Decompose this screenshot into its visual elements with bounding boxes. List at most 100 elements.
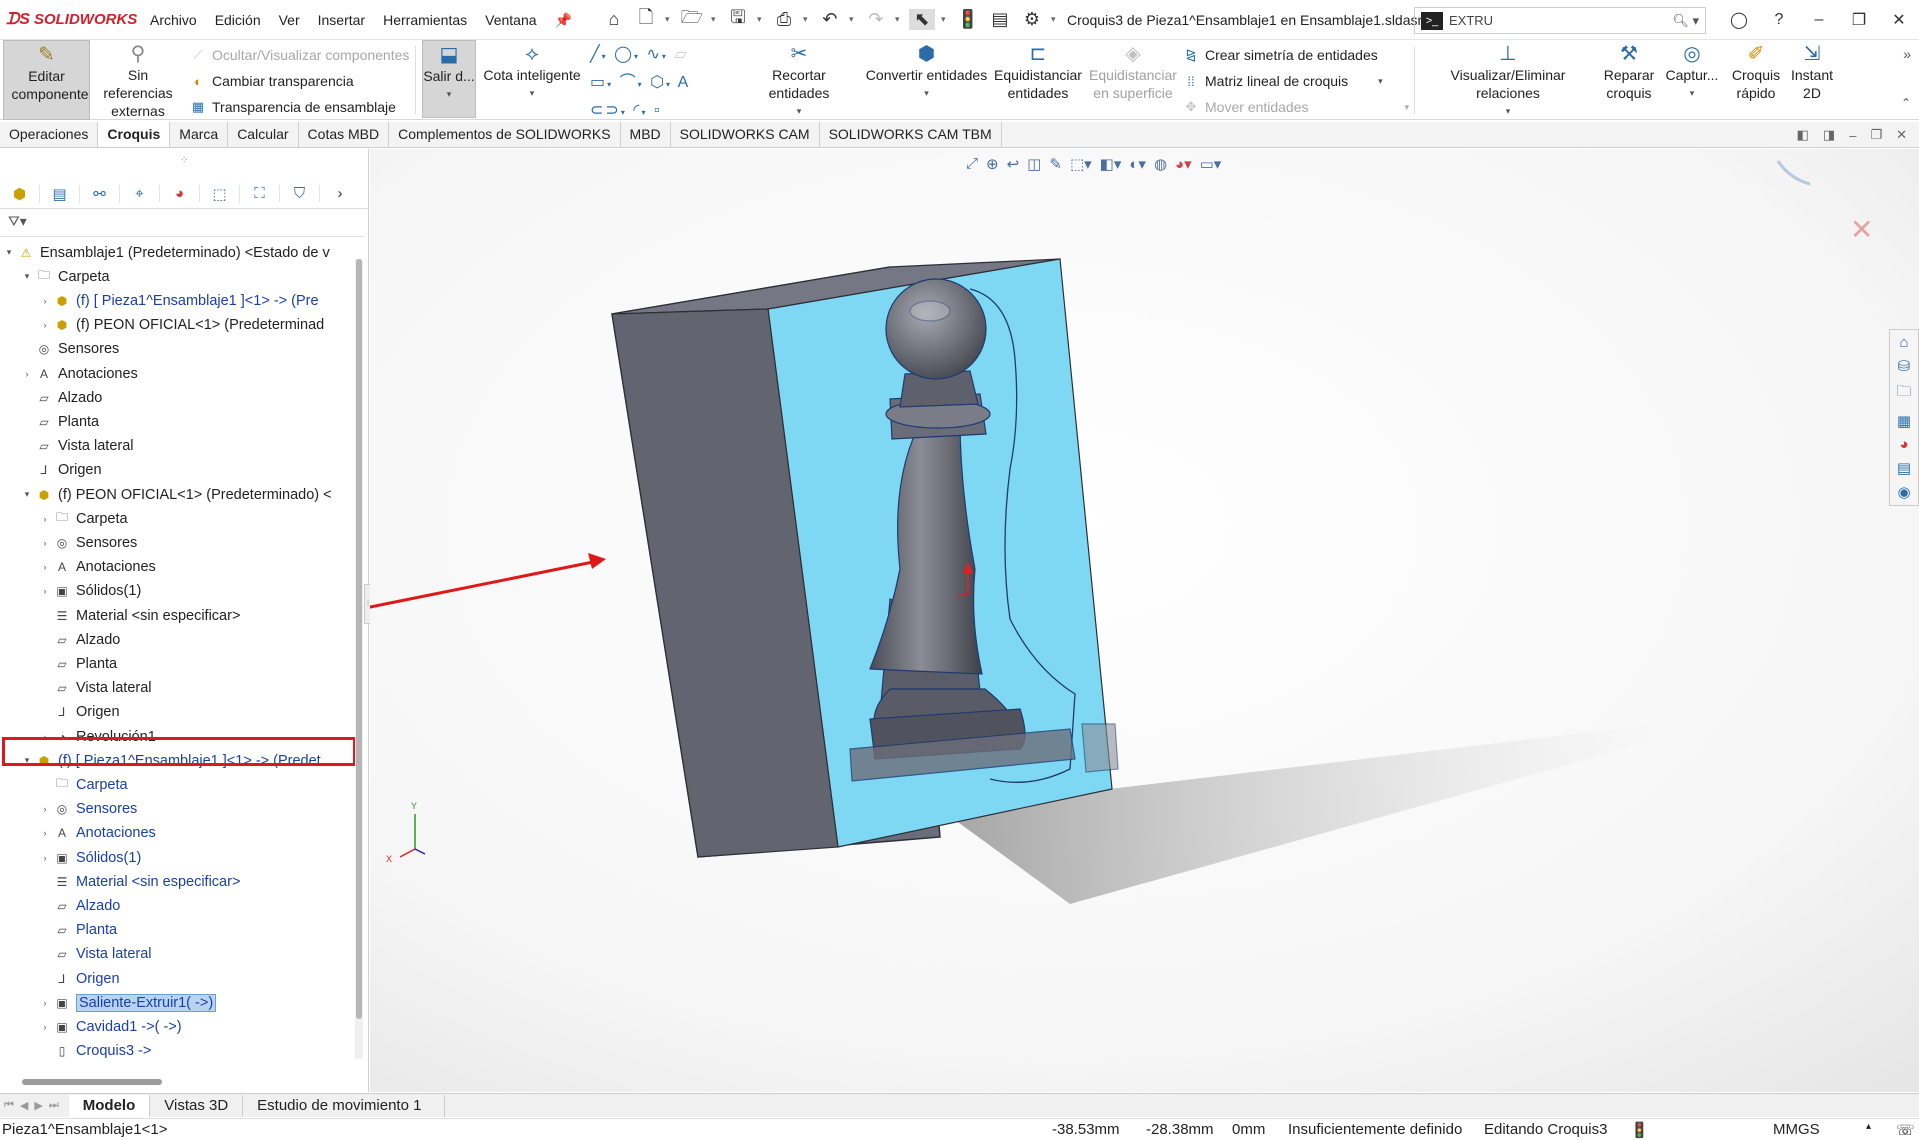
tree-item[interactable]: › ▣ Saliente-Extruir1( ->) bbox=[38, 991, 217, 1014]
sin-referencias-button[interactable]: ⚲ Sin referencias externas bbox=[92, 40, 184, 120]
save-icon[interactable]: 🖫 bbox=[725, 5, 751, 35]
menu-edicion[interactable]: Edición bbox=[206, 0, 270, 40]
tree-item[interactable]: › 🗀 Carpeta bbox=[38, 507, 128, 530]
tree-item[interactable]: ⅃ Origen bbox=[20, 459, 102, 482]
menu-ventana[interactable]: Ventana bbox=[476, 0, 545, 40]
search-box[interactable]: >_ EXTRU 🔍︎ ▾ bbox=[1414, 7, 1706, 34]
status-messages-icon[interactable]: ☏ bbox=[1896, 1121, 1915, 1139]
tree-item[interactable]: › ⬢ (f) PEON OFICIAL<1> (Predeterminad bbox=[38, 314, 325, 337]
visualizar-relaciones-button[interactable]: ⊥ Visualizar/Eliminar relaciones ▾ bbox=[1418, 40, 1598, 120]
tab-solidworks-cam[interactable]: SOLIDWORKS CAM bbox=[671, 122, 820, 147]
close-icon[interactable]: ✕ bbox=[1879, 10, 1919, 30]
tree-item[interactable]: ▾ 🗀 Carpeta bbox=[20, 265, 110, 288]
last-tab-icon[interactable]: ⏭ bbox=[49, 1099, 59, 1112]
tree-item[interactable]: ◎ Sensores bbox=[20, 338, 120, 361]
tree-item[interactable]: › A Anotaciones bbox=[38, 822, 156, 845]
configuration-manager-tab-icon[interactable]: ⚯ bbox=[80, 184, 120, 203]
file-explorer-icon[interactable]: 🗀 bbox=[1896, 381, 1911, 406]
croquis-rapido-button[interactable]: ✐ Croquis rápido bbox=[1728, 40, 1784, 120]
viewport-restore-icon[interactable]: ❐ bbox=[1870, 127, 1882, 143]
options-gear-icon[interactable]: ⚙ bbox=[1019, 9, 1045, 30]
dynamic-annotation-icon[interactable]: ✎ bbox=[1049, 155, 1062, 173]
tree-item[interactable]: › A Anotaciones bbox=[38, 556, 156, 579]
undo-icon[interactable]: ↶ bbox=[817, 9, 843, 30]
collapse-arrow-icon[interactable]: › bbox=[38, 828, 52, 838]
tree-horizontal-scrollbar[interactable] bbox=[22, 1079, 162, 1085]
expand-arrow-icon[interactable]: ▾ bbox=[20, 271, 34, 282]
salir-dropdown-icon[interactable]: ▾ bbox=[447, 85, 452, 103]
model-view[interactable]: Y X ✕ bbox=[370, 149, 1919, 1092]
tree-item[interactable]: › ▣ Cavidad1 ->( ->) bbox=[38, 1015, 182, 1038]
tree-item[interactable]: ▱ Vista lateral bbox=[38, 677, 151, 700]
tab-vistas-3d[interactable]: Vistas 3D bbox=[150, 1094, 244, 1117]
ribbon-collapse-icon[interactable]: ⌃ bbox=[1901, 96, 1911, 110]
collapse-arrow-icon[interactable]: › bbox=[38, 562, 52, 572]
design-library-icon[interactable]: ⛁ bbox=[1898, 357, 1911, 375]
reparar-croquis-button[interactable]: ⚒ Reparar croquis bbox=[1600, 40, 1658, 120]
tree-item[interactable]: ▱ Planta bbox=[38, 919, 117, 942]
equidistanciar-entidades-button[interactable]: ⊏ Equidistanciar entidades bbox=[993, 40, 1083, 120]
salir-croquis-button[interactable]: ⬓ Salir d... ▾ bbox=[422, 40, 476, 118]
collapse-arrow-icon[interactable]: › bbox=[38, 586, 52, 596]
display-style-icon[interactable]: ◧▾ bbox=[1100, 155, 1122, 173]
tree-item[interactable]: ▱ Alzado bbox=[38, 628, 120, 651]
cam-tools-tab-icon[interactable]: ⛉ bbox=[280, 185, 320, 202]
tree-item[interactable]: ⅃ Origen bbox=[38, 967, 120, 990]
crear-simetria-button[interactable]: ⧎ Crear simetría de entidades bbox=[1183, 44, 1378, 66]
tree-item[interactable]: ▾ ⚠ Ensamblaje1 (Predeterminado) <Estado d… bbox=[2, 241, 330, 264]
ocultar-componentes-button[interactable]: ⟋ Ocultar/Visualizar componentes bbox=[190, 44, 409, 66]
zoom-area-icon[interactable]: ⊕ bbox=[986, 155, 999, 173]
tile-left-icon[interactable]: ◧ bbox=[1797, 127, 1809, 143]
status-units[interactable]: MMGS bbox=[1773, 1121, 1820, 1138]
home-icon[interactable]: ⌂ bbox=[601, 9, 627, 30]
tree-item[interactable]: ☰ Material <sin especificar> bbox=[38, 604, 241, 627]
cambiar-transparencia-button[interactable]: ◐ Cambiar transparencia bbox=[190, 70, 354, 92]
tree-item[interactable]: › ▣ Sólidos(1) bbox=[38, 580, 142, 603]
feature-tree-tab-icon[interactable]: ⬢ bbox=[0, 184, 40, 203]
next-tab-icon[interactable]: ▶ bbox=[34, 1099, 42, 1112]
tile-right-icon[interactable]: ◨ bbox=[1823, 127, 1835, 143]
ribbon-more-icon[interactable]: » bbox=[1903, 46, 1911, 62]
search-icon[interactable]: 🔍︎ ▾ bbox=[1672, 13, 1699, 29]
first-tab-icon[interactable]: ⏮ bbox=[4, 1099, 14, 1112]
cota-inteligente-button[interactable]: ⟡ Cota inteligente ▾ bbox=[482, 40, 582, 120]
new-document-icon[interactable]: 🗋 bbox=[633, 5, 659, 35]
sketch-entities-toolbar[interactable]: ╱▾ ◯▾ ∿▾ ▱ ▭▾ ⌒▾ ⬡▾ A ⊂⊃▾ ◜▾ ▫ bbox=[590, 42, 730, 126]
tab-complementos[interactable]: Complementos de SOLIDWORKS bbox=[389, 122, 621, 147]
rebuild-status-icon[interactable]: 🚦 bbox=[1630, 1121, 1649, 1139]
view-settings-icon[interactable]: ▭▾ bbox=[1200, 155, 1222, 173]
matriz-lineal-button[interactable]: ⁞⁞ Matriz lineal de croquis ▾ bbox=[1183, 70, 1382, 92]
tree-item[interactable]: › ⬢ (f) [ Pieza1^Ensamblaje1 ]<1> -> (Pre bbox=[38, 289, 319, 312]
tree-item[interactable]: ▱ Vista lateral bbox=[38, 943, 151, 966]
tree-item[interactable]: ▾ ⬢ (f) PEON OFICIAL<1> (Predeterminado) < bbox=[20, 483, 332, 506]
tab-cotas-mbd[interactable]: Cotas MBD bbox=[299, 122, 390, 147]
viewport-close-icon[interactable]: ✕ bbox=[1896, 127, 1907, 143]
tree-item[interactable]: ▱ Alzado bbox=[20, 386, 102, 409]
instant-2d-button[interactable]: ⇲ Instant 2D bbox=[1786, 40, 1838, 120]
collapse-arrow-icon[interactable]: › bbox=[38, 998, 52, 1008]
prev-tab-icon[interactable]: ◀ bbox=[20, 1099, 28, 1112]
edit-appearance-icon[interactable]: ◍ bbox=[1154, 155, 1167, 173]
expand-arrow-icon[interactable]: ▾ bbox=[20, 489, 34, 500]
tree-item[interactable]: ☰ Material <sin especificar> bbox=[38, 870, 241, 893]
units-menu-icon[interactable]: ▴ bbox=[1866, 1121, 1871, 1132]
previous-view-icon[interactable]: ↩ bbox=[1007, 155, 1020, 173]
tree-item[interactable]: ▱ Planta bbox=[38, 652, 117, 675]
collapse-arrow-icon[interactable]: › bbox=[20, 369, 34, 379]
view-orientation-icon[interactable]: ⬚▾ bbox=[1070, 155, 1092, 173]
property-manager-tab-icon[interactable]: ▤ bbox=[40, 184, 80, 203]
print-icon[interactable]: ⎙ bbox=[771, 9, 797, 30]
select-icon[interactable]: ⬉ bbox=[908, 9, 935, 30]
tab-croquis[interactable]: Croquis bbox=[98, 122, 171, 147]
tree-item[interactable]: ▯ Croquis3 -> bbox=[38, 1040, 152, 1063]
tab-operaciones[interactable]: Operaciones bbox=[0, 122, 99, 147]
transparencia-ensamblaje-button[interactable]: ▦ Transparencia de ensamblaje bbox=[190, 96, 396, 118]
tab-modelo[interactable]: Modelo bbox=[68, 1094, 151, 1117]
collapse-arrow-icon[interactable]: › bbox=[38, 804, 52, 814]
collapse-arrow-icon[interactable]: › bbox=[38, 1022, 52, 1032]
collapse-arrow-icon[interactable]: › bbox=[38, 853, 52, 863]
collapse-arrow-icon[interactable]: › bbox=[38, 514, 52, 524]
restore-icon[interactable]: ❐ bbox=[1839, 10, 1879, 30]
pin-icon[interactable]: 📌 bbox=[546, 0, 581, 40]
expand-arrow-icon[interactable]: ▾ bbox=[2, 247, 16, 258]
